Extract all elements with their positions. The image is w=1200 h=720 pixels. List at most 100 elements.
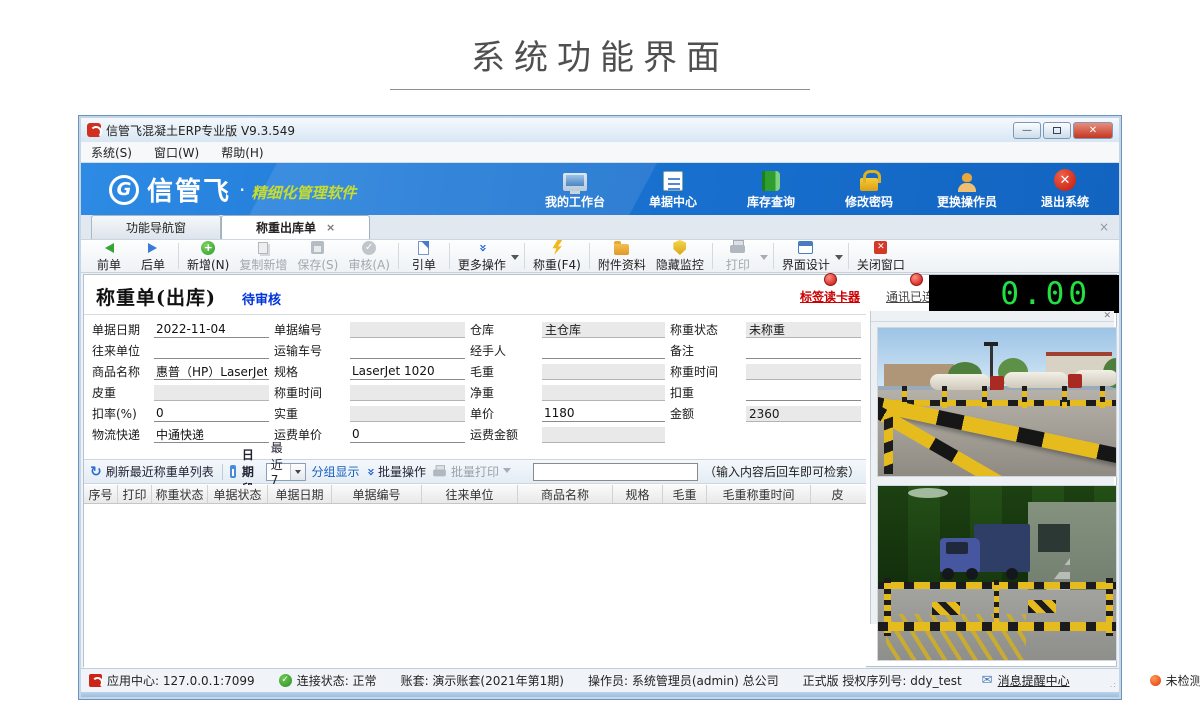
save-icon (311, 241, 324, 254)
spec-input[interactable] (350, 364, 465, 380)
deduct-weight-input[interactable] (746, 385, 861, 401)
check-circle-icon: ✓ (279, 674, 292, 687)
arrow-right-icon (148, 243, 162, 253)
logistics-input[interactable] (154, 427, 269, 443)
hide-monitor-button[interactable]: 隐藏监控 (651, 239, 709, 273)
maximize-button[interactable] (1043, 122, 1071, 139)
toolbar-separator (524, 243, 525, 269)
column-header[interactable]: 打印 (118, 485, 152, 503)
envelope-icon: ✉ (982, 673, 993, 688)
partner-label: 往来单位 (92, 342, 154, 359)
deduct-rate-label: 扣率(%) (92, 405, 154, 422)
close-button[interactable]: ✕ (1073, 122, 1113, 139)
column-header[interactable]: 商品名称 (518, 485, 613, 503)
doc-date-input[interactable] (154, 322, 269, 338)
ui-design-button[interactable]: 界面设计 (777, 239, 835, 273)
banner-action-switch-operator[interactable]: 更换操作员 (931, 167, 1003, 210)
banner-action-exit-system[interactable]: ✕ 退出系统 (1029, 167, 1101, 210)
refresh-recent-button[interactable]: ↻ 刷新最近称重单列表 (90, 463, 214, 480)
freight-price-input[interactable] (350, 427, 465, 443)
banner-action-inventory-query[interactable]: 库存查询 (735, 167, 807, 210)
unit-price-input[interactable] (542, 406, 665, 422)
logistics-label: 物流快递 (92, 426, 154, 443)
window-titlebar[interactable]: 信管飞混凝土ERP专业版 V9.3.549 — ✕ (81, 118, 1119, 142)
gross-weight-label: 毛重 (470, 363, 542, 380)
vehicle-no-input[interactable] (350, 343, 465, 359)
column-header[interactable]: 规格 (613, 485, 663, 503)
more-actions-button[interactable]: » 更多操作 (453, 239, 511, 273)
batch-print-button: 批量打印 (432, 463, 513, 480)
weigh-status-value: 未称重 (746, 322, 861, 338)
print-button: 打印 (716, 239, 760, 273)
attachments-button[interactable]: 附件资料 (593, 239, 651, 273)
resize-grip[interactable]: .: (1110, 680, 1117, 689)
chevron-down-icon (503, 468, 511, 477)
chevron-down-icon[interactable] (511, 255, 519, 264)
warehouse-label: 仓库 (470, 321, 542, 338)
approve-check-icon: ✓ (362, 241, 376, 255)
column-header[interactable]: 单据编号 (332, 485, 422, 503)
column-header[interactable]: 毛重称重时间 (707, 485, 811, 503)
title-underline (390, 89, 810, 90)
minimize-button[interactable]: — (1013, 122, 1041, 139)
tab-weighing-outbound[interactable]: 称重出库单 × (221, 215, 370, 239)
tare-weight-value (154, 385, 269, 401)
tab-close-icon[interactable]: × (326, 221, 335, 234)
printer-icon (730, 242, 745, 255)
new-button[interactable]: + 新增(N) (182, 239, 234, 273)
app-logo-icon (87, 123, 101, 137)
column-header[interactable]: 往来单位 (422, 485, 518, 503)
column-header[interactable]: 单据状态 (208, 485, 268, 503)
product-name-label: 商品名称 (92, 363, 154, 380)
menu-system[interactable]: 系统(S) (91, 144, 132, 161)
column-header[interactable]: 单据日期 (268, 485, 332, 503)
menu-bar: 系统(S) 窗口(W) 帮助(H) (81, 142, 1119, 163)
prev-doc-button[interactable]: 前单 (87, 239, 131, 273)
date-range-select[interactable]: 最近7天 (266, 463, 306, 481)
column-header[interactable]: 称重状态 (152, 485, 208, 503)
window-bottom-frame (81, 692, 1119, 697)
tare-weight-label: 皮重 (92, 384, 154, 401)
column-header[interactable]: 序号 (84, 485, 118, 503)
remark-input[interactable] (746, 343, 861, 359)
next-doc-button[interactable]: 后单 (131, 239, 175, 273)
batch-operations-button[interactable]: » 批量操作 (366, 463, 426, 480)
amount-label: 金额 (670, 405, 746, 422)
menu-help[interactable]: 帮助(H) (221, 144, 263, 161)
tabbar-close-icon[interactable]: × (1099, 220, 1109, 234)
close-window-button[interactable]: ✕ 关闭窗口 (852, 239, 910, 273)
partner-input[interactable] (154, 343, 269, 359)
import-doc-button[interactable]: 引单 (402, 239, 446, 273)
close-icon[interactable]: ✕ (1103, 311, 1111, 322)
tab-function-navigator[interactable]: 功能导航窗 (91, 215, 221, 239)
handler-input[interactable] (542, 343, 665, 359)
select-dropdown-button[interactable] (290, 464, 305, 480)
product-name-input[interactable] (154, 364, 269, 380)
search-input[interactable] (533, 463, 698, 481)
message-center-link[interactable]: ✉ 消息提醒中心 (982, 672, 1070, 689)
banner-action-change-password[interactable]: 修改密码 (833, 167, 905, 210)
tag-reader-link[interactable]: 标签读卡器 (790, 288, 870, 305)
brand-slogan: 精细化管理软件 (251, 176, 356, 203)
deduct-rate-input[interactable] (154, 406, 269, 422)
column-header[interactable]: 皮 (811, 485, 864, 503)
brand-banner: G 信管飞 · 精细化管理软件 我的工作台 单据中心 库存查询 修改密码 (81, 163, 1119, 215)
group-display-button[interactable]: 分组显示 (312, 463, 360, 480)
warehouse-value: 主仓库 (542, 322, 665, 338)
camera-panel-header: ✕ (871, 311, 1114, 322)
handler-label: 经手人 (470, 342, 542, 359)
toolbar-separator (589, 243, 590, 269)
weigh-button[interactable]: 称重(F4) (528, 239, 586, 273)
chevron-down-icon[interactable] (835, 255, 843, 264)
banner-action-document-center[interactable]: 单据中心 (637, 167, 709, 210)
column-header[interactable]: 毛重 (663, 485, 707, 503)
main-toolbar: 前单 后单 + 新增(N) 复制新增 保存(S) ✓ 审核(A) 引单 (81, 240, 1119, 273)
tag-reader-indicator: 标签读卡器 (790, 273, 870, 305)
recent-table-body[interactable] (84, 504, 866, 668)
red-led-icon (910, 273, 923, 286)
workspace: 称重单(出库) 待审核 标签读卡器 通讯已连接 0.00 单据日期 单据编号 仓… (83, 274, 1117, 667)
copy-new-button: 复制新增 (234, 239, 292, 273)
menu-window[interactable]: 窗口(W) (154, 144, 199, 161)
banner-action-workbench[interactable]: 我的工作台 (539, 167, 611, 210)
doc-no-value (350, 322, 465, 338)
